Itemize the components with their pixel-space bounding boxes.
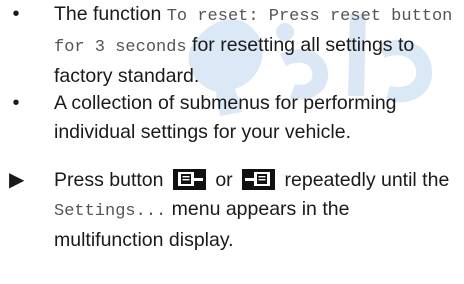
bullet-marker: • (12, 3, 20, 25)
step-arrow-marker: ▶ (9, 169, 25, 191)
bullet-marker: • (12, 92, 20, 114)
left-page-button-icon (172, 169, 206, 190)
list-item-text: Press button or repeatedly until the Set… (54, 166, 460, 255)
text-segment: Press button (54, 169, 169, 191)
text-segment: or (209, 169, 239, 191)
list-item-text: A collection of submenus for performing … (54, 92, 397, 143)
text-segment: The function (54, 3, 167, 25)
text-segment: repeatedly until the (279, 169, 450, 191)
right-page-button-icon (242, 169, 276, 190)
display-message-code: Settings... (54, 202, 167, 221)
list-item-text: The function To reset: Press reset butto… (54, 0, 460, 91)
document-page: • The function To reset: Press reset but… (0, 0, 464, 284)
